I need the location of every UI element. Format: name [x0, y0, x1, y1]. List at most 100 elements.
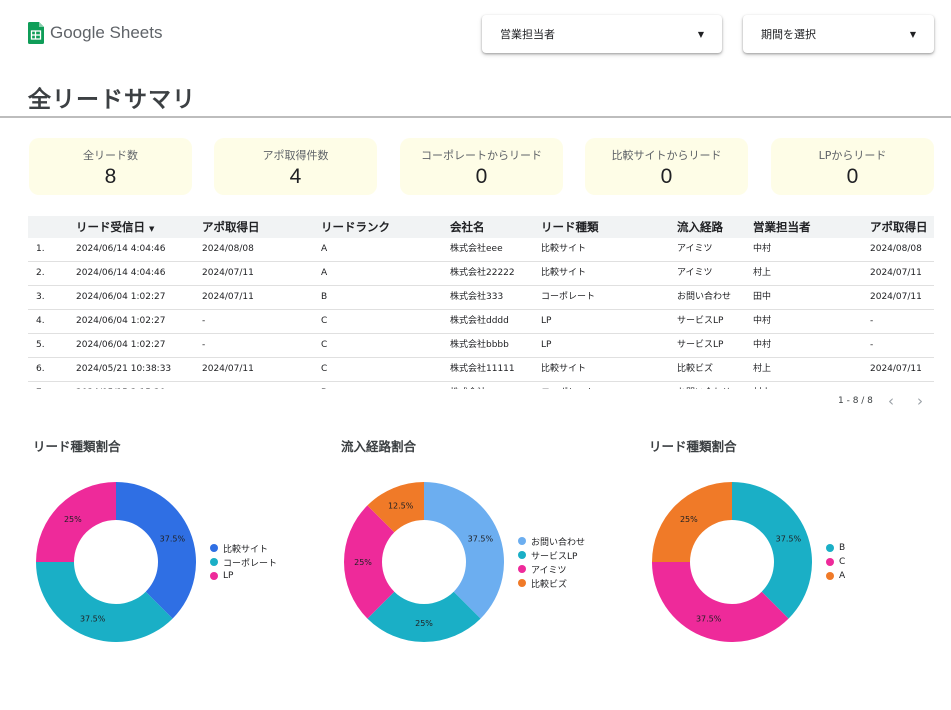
cell-lead-type: 比較サイト: [541, 268, 587, 278]
kpi-label: 全リード数: [83, 149, 138, 162]
cell-company: 株式会社dddd: [450, 316, 509, 326]
legend-item[interactable]: LP: [210, 569, 277, 583]
page-title: 全リードサマリ: [28, 87, 196, 113]
cell-lead-type: 比較サイト: [541, 244, 587, 254]
kpi-label: LPからリード: [818, 149, 887, 162]
cell-appt-date: -: [202, 316, 206, 326]
legend-label: 比較ビズ: [531, 579, 568, 590]
legend-item[interactable]: お問い合わせ: [518, 534, 585, 548]
column-header-company[interactable]: 会社名: [450, 216, 485, 238]
chart-title-lead-type: リード種類割合: [33, 439, 121, 454]
table-row[interactable]: 4. 2024/06/04 1:02:27 - C 株式会社dddd LP サービスLP 中村…: [28, 310, 934, 334]
slice-data-label: 12.5%: [388, 502, 414, 511]
legend-swatch: [210, 544, 218, 552]
column-header-channel[interactable]: 流入経路: [677, 216, 723, 238]
cell-row-number: 4.: [36, 316, 45, 326]
cell-lead-type: LP: [541, 340, 552, 350]
legend-label: A: [839, 571, 846, 581]
legend-swatch: [518, 565, 526, 573]
table-row[interactable]: 5. 2024/06/04 1:02:27 - C 株式会社bbbb LP サービスLP 中村…: [28, 334, 934, 358]
cell-appt-date: 2024/08/08: [202, 244, 254, 254]
cell-company: 株式会社22222: [450, 268, 515, 278]
next-page-icon[interactable]: ›: [917, 392, 923, 410]
leads-table: リード受信日 ▼ アポ取得日 リードランク 会社名 リード種類 流入経路 営業担…: [28, 216, 934, 389]
prev-page-icon[interactable]: ‹: [888, 392, 894, 410]
cell-sales-rep: 中村: [753, 316, 772, 326]
cell-appt-date-2: 2024/08/08: [870, 244, 922, 254]
table-row[interactable]: 1. 2024/06/14 4:04:46 2024/08/08 A 株式会社eee 比較…: [28, 238, 934, 262]
slice-data-label: 25%: [680, 515, 698, 524]
cell-company: 株式会社cccc: [450, 382, 506, 389]
cell-appt-date-2: 2024/07/11: [870, 364, 922, 374]
donut-slice-1[interactable]: [116, 482, 196, 619]
sales-rep-filter-label: 営業担当者: [500, 28, 555, 41]
cell-sales-rep: 中村: [753, 340, 772, 350]
cell-row-number: 5.: [36, 340, 45, 350]
kpi-card-appointments: アポ取得件数 4: [214, 138, 377, 195]
cell-appt-date-2: 2024/07/11: [870, 268, 922, 278]
cell-lead-type: LP: [541, 316, 552, 326]
chart-title-lead-rank: リード種類割合: [649, 439, 737, 454]
cell-appt-date-2: -: [870, 340, 874, 350]
legend-swatch: [518, 579, 526, 587]
legend-swatch: [826, 572, 834, 580]
column-header-received-date[interactable]: リード受信日 ▼: [76, 216, 154, 240]
donut-slice-2[interactable]: [652, 562, 789, 642]
google-sheets-logo: Google Sheets: [28, 22, 162, 44]
cell-received-date: 2024/06/04 1:02:27: [76, 292, 166, 302]
header-divider: [0, 116, 951, 118]
legend-label: アイミツ: [531, 565, 567, 576]
legend-item[interactable]: アイミツ: [518, 562, 585, 576]
column-header-sales-rep[interactable]: 営業担当者: [753, 216, 811, 238]
legend-label: お問い合わせ: [531, 537, 586, 548]
donut-chart-lead-rank: 37.5% 37.5% 25%: [652, 482, 812, 642]
cell-row-number: 6.: [36, 364, 45, 374]
slice-data-label: 37.5%: [160, 535, 186, 544]
legend-item[interactable]: 比較ビズ: [518, 576, 585, 590]
donut-slice-2[interactable]: [36, 562, 173, 642]
cell-appt-date: 2024/07/11: [202, 292, 254, 302]
cell-lead-type: 比較サイト: [541, 364, 587, 374]
pagination-range: 1 - 8 / 8: [838, 396, 873, 406]
legend-item[interactable]: コーポレート: [210, 555, 277, 569]
cell-company: 株式会社11111: [450, 364, 515, 374]
table-row[interactable]: 3. 2024/06/04 1:02:27 2024/07/11 B 株式会社333 コー…: [28, 286, 934, 310]
cell-channel: 比較ビズ: [677, 364, 714, 374]
slice-data-label: 37.5%: [776, 535, 802, 544]
donut-slice-1[interactable]: [424, 482, 504, 619]
table-row[interactable]: 6. 2024/05/21 10:38:33 2024/07/11 C 株式会社1111…: [28, 358, 934, 382]
cell-row-number: 3.: [36, 292, 45, 302]
cell-channel: アイミツ: [677, 268, 713, 278]
legend-item[interactable]: サービスLP: [518, 548, 585, 562]
kpi-card-lp-leads: LPからリード 0: [771, 138, 934, 195]
legend-item[interactable]: C: [826, 555, 845, 569]
cell-appt-date: -: [202, 382, 205, 389]
cell-sales-rep: 村上: [753, 364, 772, 374]
column-header-rank[interactable]: リードランク: [321, 216, 390, 238]
chart-legend-lead-type: 比較サイト コーポレート LP: [210, 541, 277, 583]
legend-item[interactable]: B: [826, 541, 845, 555]
sales-rep-filter[interactable]: 営業担当者 ▼: [482, 15, 722, 53]
legend-label: サービスLP: [531, 551, 578, 562]
cell-appt-date: -: [202, 340, 206, 350]
legend-item[interactable]: 比較サイト: [210, 541, 277, 555]
cell-appt-date-2: -: [870, 316, 874, 326]
table-row[interactable]: 2. 2024/06/14 4:04:46 2024/07/11 A 株式会社22222…: [28, 262, 934, 286]
legend-swatch: [826, 544, 834, 552]
column-header-lead-type[interactable]: リード種類: [541, 216, 599, 238]
column-header-appt-date[interactable]: アポ取得日: [202, 216, 260, 238]
kpi-value: 8: [104, 165, 117, 188]
date-range-filter[interactable]: 期間を選択 ▼: [743, 15, 934, 53]
cell-row-number: 7.: [36, 382, 45, 389]
cell-received-date: 2024/05/21 10:38:33: [76, 364, 172, 374]
cell-company: 株式会社bbbb: [450, 340, 509, 350]
slice-data-label: 25%: [415, 619, 433, 628]
column-header-appt-date-2[interactable]: アポ取得日: [870, 216, 928, 238]
kpi-label: アポ取得件数: [262, 149, 329, 162]
donut-slice-1[interactable]: [732, 482, 812, 619]
table-row[interactable]: 7. 2024/05/15 2:15:20 - B 株式会社cccc コーポレート お問い合…: [28, 382, 934, 389]
cell-received-date: 2024/06/04 1:02:27: [76, 316, 166, 326]
legend-item[interactable]: A: [826, 569, 845, 583]
cell-rank: A: [321, 244, 328, 254]
slice-data-label: 25%: [64, 515, 82, 524]
